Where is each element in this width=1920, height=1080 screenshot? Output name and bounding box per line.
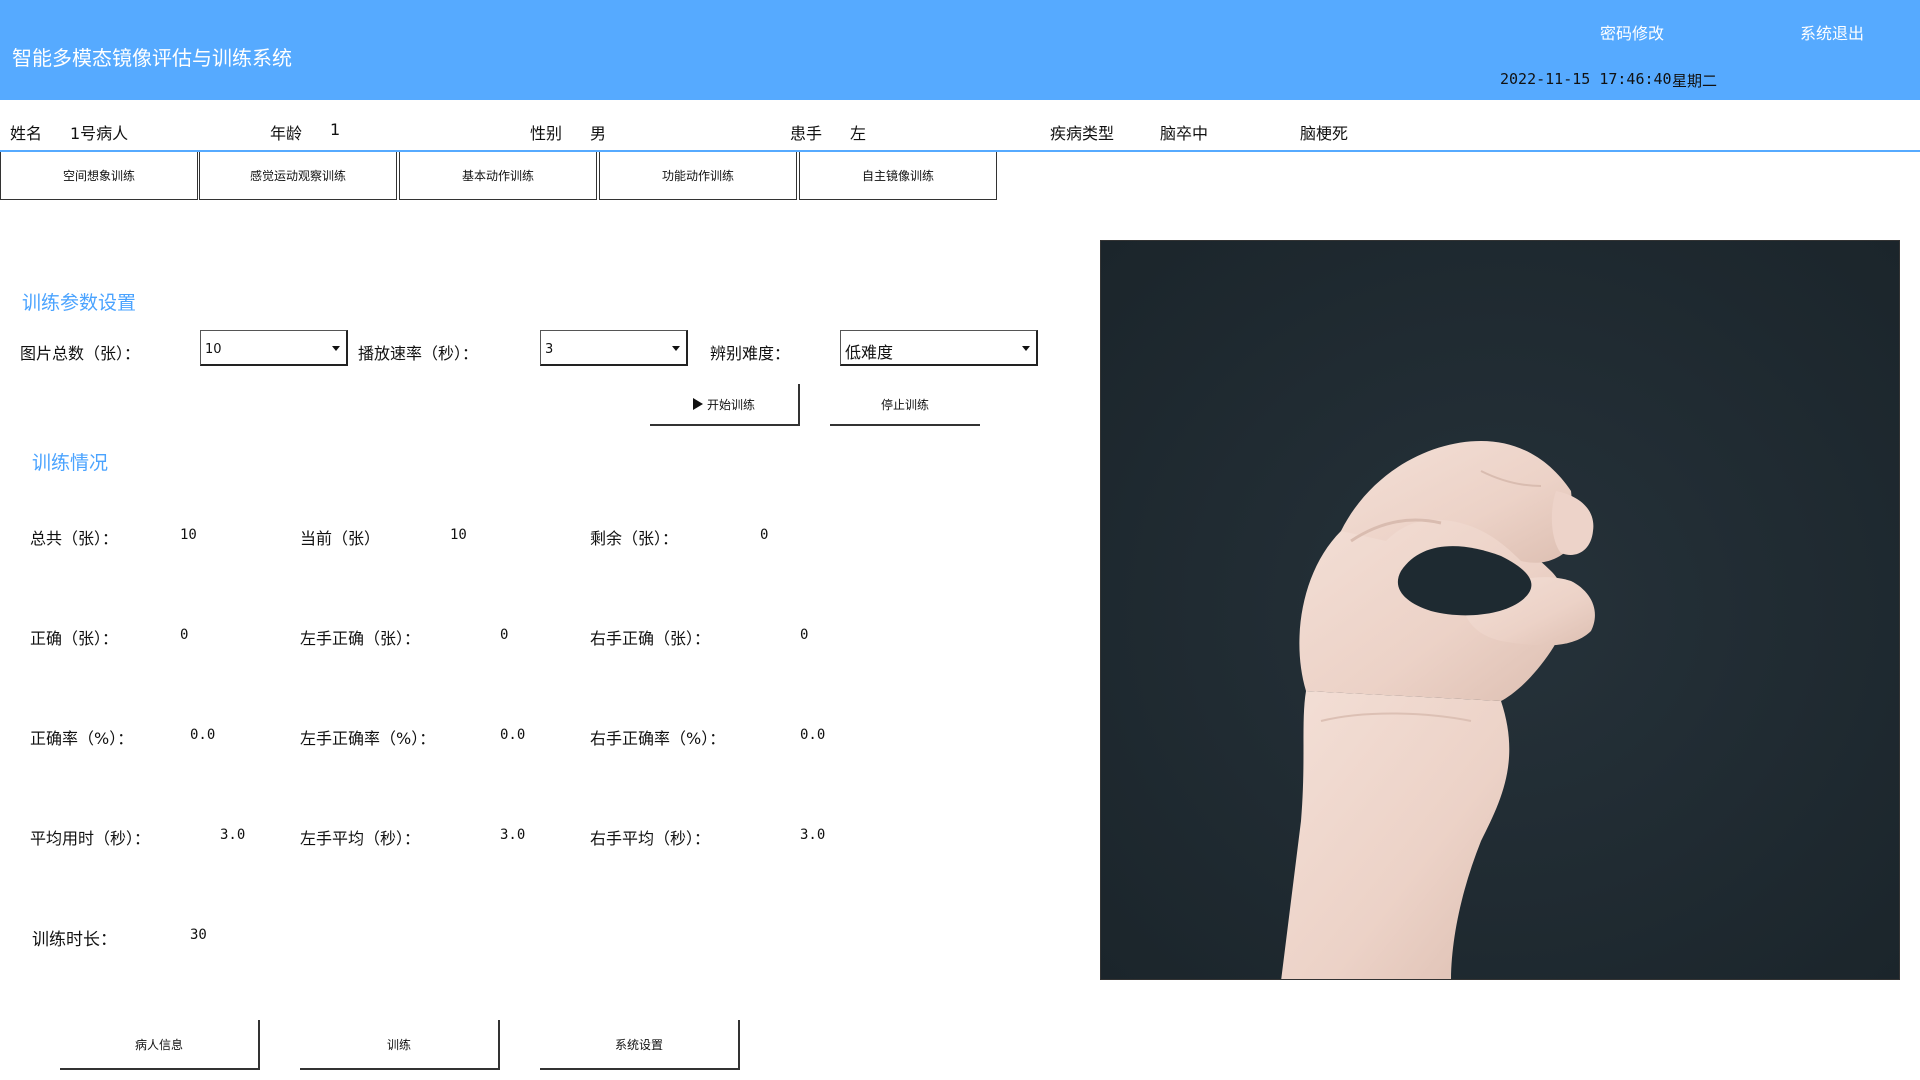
change-password-link[interactable]: 密码修改	[1600, 20, 1664, 44]
right-rate-label: 右手正确率（%）：	[590, 729, 726, 748]
patient-info-bar: 姓名 1号病人 年龄 1 性别 男 患手 左 疾病类型 脑卒中 脑梗死	[0, 100, 1920, 152]
left-correct-label: 左手正确（张）：	[300, 629, 421, 648]
tab-basic-action[interactable]: 基本动作训练	[399, 152, 597, 200]
disease-type: 脑卒中	[1160, 124, 1209, 143]
affected-hand-label: 患手	[790, 124, 823, 143]
dropdown-arrow-icon	[332, 346, 340, 351]
right-avg-label: 右手平均（秒）：	[590, 829, 711, 848]
start-training-button[interactable]: 开始训练	[650, 384, 800, 426]
avg-time-value: 3.0	[220, 827, 246, 843]
avg-time-label: 平均用时（秒）：	[30, 829, 151, 848]
logout-link[interactable]: 系统退出	[1800, 20, 1864, 44]
hand-gesture-illustration	[1101, 241, 1899, 979]
disease-detail: 脑梗死	[1300, 124, 1349, 143]
dropdown-arrow-icon	[672, 346, 680, 351]
difficulty-value: 低难度	[845, 343, 894, 362]
total-value: 10	[180, 527, 197, 543]
remaining-label: 剩余（张）：	[590, 529, 679, 548]
tab-spatial-imagination[interactable]: 空间想象训练	[0, 152, 198, 200]
play-speed-select[interactable]: 3	[540, 330, 688, 366]
rate-label: 正确率（%）：	[30, 729, 134, 748]
gender-label: 性别	[530, 124, 563, 143]
total-label: 总共（张）：	[30, 529, 119, 548]
app-header: 智能多模态镜像评估与训练系统 密码修改 系统退出 2022-11-15 17:4…	[0, 0, 1920, 100]
current-value: 10	[450, 527, 467, 543]
tab-sensorimotor-observation[interactable]: 感觉运动观察训练	[199, 152, 397, 200]
image-count-label: 图片总数（张）：	[20, 344, 141, 363]
datetime-display: 2022-11-15 17:46:40	[1500, 70, 1672, 88]
image-count-select[interactable]: 10	[200, 330, 348, 366]
params-section-title: 训练参数设置	[22, 292, 137, 314]
stop-training-button[interactable]: 停止训练	[830, 384, 980, 426]
patient-age: 1	[330, 120, 341, 139]
stats-section-title: 训练情况	[32, 452, 109, 474]
remaining-value: 0	[760, 527, 769, 543]
patient-gender: 男	[590, 124, 607, 143]
difficulty-select[interactable]: 低难度	[840, 330, 1038, 366]
image-count-value: 10	[205, 342, 222, 357]
right-avg-value: 3.0	[800, 827, 826, 843]
left-avg-label: 左手平均（秒）：	[300, 829, 421, 848]
training-button[interactable]: 训练	[300, 1020, 500, 1070]
system-settings-button[interactable]: 系统设置	[540, 1020, 740, 1070]
age-label: 年龄	[270, 124, 303, 143]
patient-name: 1号病人	[70, 124, 129, 143]
play-speed-label: 播放速率（秒）：	[358, 344, 479, 363]
rate-value: 0.0	[190, 727, 216, 743]
disease-type-label: 疾病类型	[1050, 124, 1115, 143]
start-training-label: 开始训练	[706, 397, 755, 412]
play-icon	[692, 398, 703, 410]
correct-label: 正确（张）：	[30, 629, 119, 648]
tab-functional-action[interactable]: 功能动作训练	[599, 152, 797, 200]
stop-training-label: 停止训练	[880, 397, 929, 412]
app-title: 智能多模态镜像评估与训练系统	[12, 46, 292, 70]
dropdown-arrow-icon	[1022, 346, 1030, 351]
left-correct-value: 0	[500, 627, 509, 643]
weekday-display: 星期二	[1672, 72, 1718, 90]
duration-label: 训练时长：	[32, 930, 117, 950]
affected-hand: 左	[850, 124, 867, 143]
right-correct-value: 0	[800, 627, 809, 643]
hand-gesture-image	[1100, 240, 1900, 980]
tab-self-mirror[interactable]: 自主镜像训练	[799, 152, 997, 200]
left-avg-value: 3.0	[500, 827, 526, 843]
duration-value: 30	[190, 927, 207, 943]
correct-value: 0	[180, 627, 189, 643]
name-label: 姓名	[10, 124, 43, 143]
right-correct-label: 右手正确（张）：	[590, 629, 711, 648]
play-speed-value: 3	[545, 342, 554, 357]
patient-info-button[interactable]: 病人信息	[60, 1020, 260, 1070]
right-rate-value: 0.0	[800, 727, 826, 743]
left-rate-value: 0.0	[500, 727, 526, 743]
current-label: 当前（张）	[300, 529, 381, 548]
left-rate-label: 左手正确率（%）：	[300, 729, 436, 748]
difficulty-label: 辨别难度：	[710, 344, 791, 363]
